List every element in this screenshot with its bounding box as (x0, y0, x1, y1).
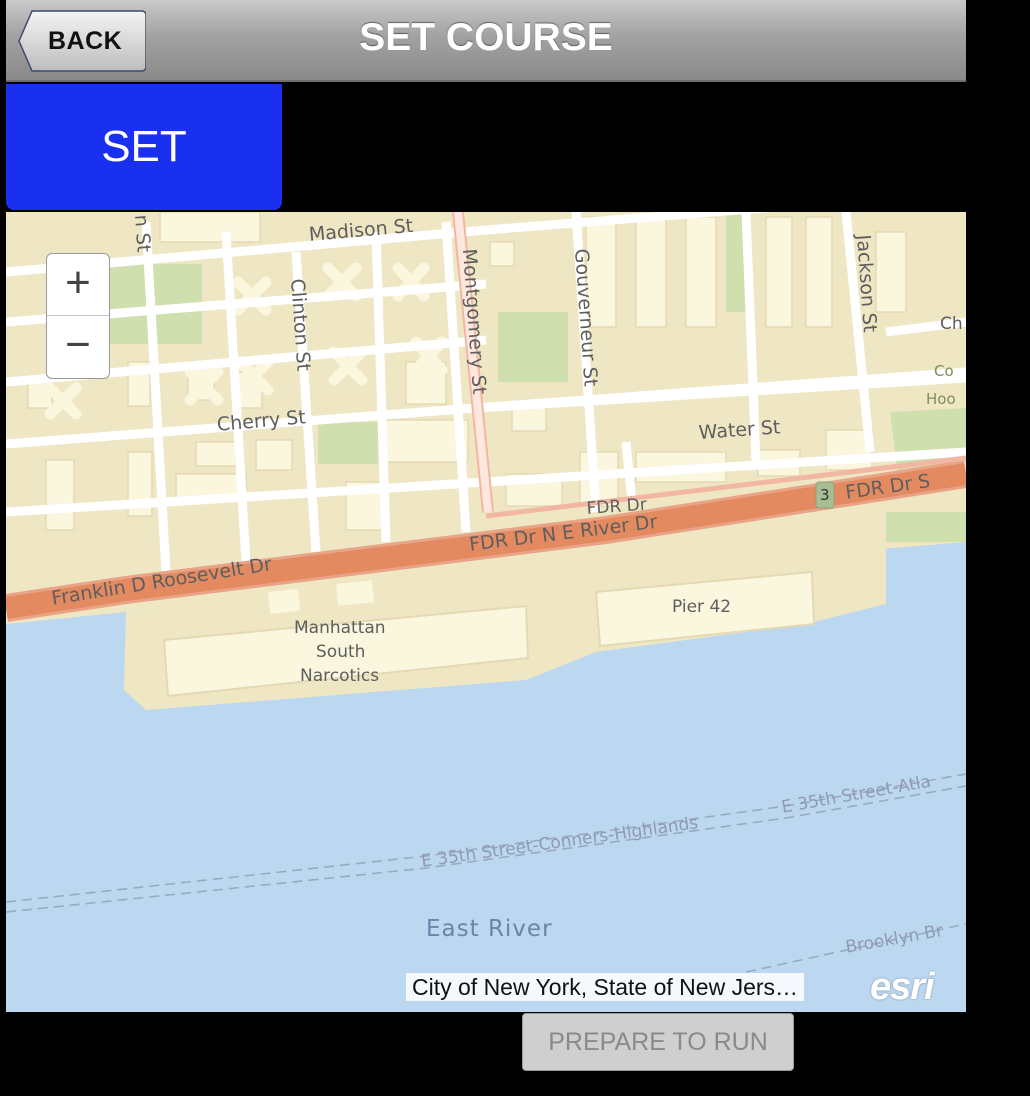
zoom-control: + − (46, 253, 110, 379)
navigation-bar: BACK SET COURSE (6, 0, 966, 82)
label-edge-hoo: Hoo (926, 390, 956, 408)
label-narcotics: Narcotics (300, 666, 380, 686)
map-basemap (6, 212, 966, 1012)
label-south: South (316, 642, 366, 662)
page-title: SET COURSE (359, 16, 613, 59)
app-frame: BACK SET COURSE SET COURCE (6, 0, 966, 1096)
zoom-out-button[interactable]: − (47, 316, 109, 377)
label-edge-co: Co (934, 362, 954, 380)
label-pier-42: Pier 42 (672, 597, 732, 617)
zoom-in-button[interactable]: + (47, 254, 109, 316)
map-view[interactable]: Madison St Clinton St Montgomery St Gouv… (6, 212, 966, 1012)
label-edge-ch: Ch (940, 314, 963, 334)
prepare-to-run-button[interactable]: PREPARE TO RUN (522, 1013, 794, 1071)
set-cource-button[interactable]: SET COURCE (6, 84, 282, 297)
label-manhattan: Manhattan (294, 618, 386, 638)
label-route-shield: 3 (820, 486, 830, 504)
esri-logo[interactable]: esri (870, 966, 935, 1009)
label-east-river: East River (426, 916, 553, 942)
label-edge-n-st: n St (130, 214, 155, 254)
map-attribution[interactable]: City of New York, State of New Jers… (406, 973, 805, 1001)
